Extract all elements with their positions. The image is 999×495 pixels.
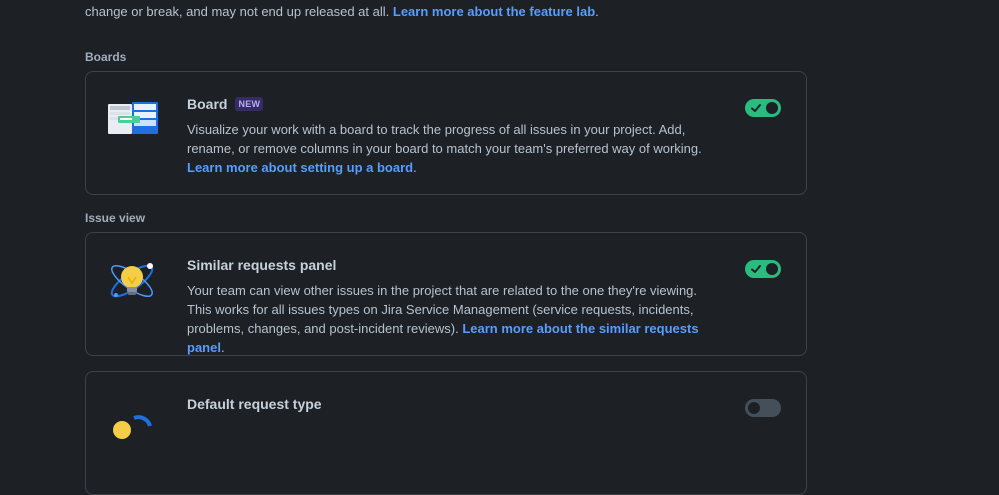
default-request-card-body: Default request type bbox=[187, 394, 717, 414]
check-icon bbox=[751, 265, 761, 273]
board-toggle[interactable] bbox=[745, 99, 781, 117]
intro-text: change or break, and may not end up rele… bbox=[85, 3, 599, 21]
board-illustration-icon bbox=[106, 96, 162, 144]
similar-title-row: Similar requests panel bbox=[187, 255, 717, 275]
toggle-knob bbox=[766, 263, 778, 275]
board-learn-more-link[interactable]: Learn more about setting up a board bbox=[187, 160, 413, 175]
default-request-title-row: Default request type bbox=[187, 394, 717, 414]
feature-lab-link[interactable]: Learn more about the feature lab bbox=[393, 4, 595, 19]
default-request-card: Default request type bbox=[85, 371, 807, 495]
board-card-description: Visualize your work with a board to trac… bbox=[187, 120, 717, 177]
default-request-toggle[interactable] bbox=[745, 399, 781, 417]
toggle-knob bbox=[748, 402, 760, 414]
board-title-row: Board NEW bbox=[187, 94, 717, 114]
board-card-title: Board bbox=[187, 96, 228, 112]
similar-requests-card: Similar requests panel Your team can vie… bbox=[85, 232, 807, 356]
default-request-illustration-icon bbox=[106, 396, 162, 444]
board-link-period: . bbox=[413, 160, 417, 175]
section-heading-issue-view: Issue view bbox=[85, 211, 146, 225]
similar-link-period: . bbox=[220, 340, 225, 355]
lightbulb-orbit-icon bbox=[106, 257, 162, 305]
section-heading-boards: Boards bbox=[85, 50, 127, 64]
board-desc-text: Visualize your work with a board to trac… bbox=[187, 122, 702, 156]
similar-requests-toggle[interactable] bbox=[745, 260, 781, 278]
board-feature-card: Board NEW Visualize your work with a boa… bbox=[85, 71, 807, 195]
intro-period: . bbox=[595, 4, 599, 19]
new-badge: NEW bbox=[235, 97, 264, 111]
similar-card-title: Similar requests panel bbox=[187, 257, 337, 273]
toggle-knob bbox=[766, 102, 778, 114]
intro-body: change or break, and may not end up rele… bbox=[85, 4, 393, 19]
check-icon bbox=[751, 104, 761, 112]
similar-card-body: Similar requests panel Your team can vie… bbox=[187, 255, 717, 357]
default-request-card-title: Default request type bbox=[187, 396, 322, 412]
board-card-body: Board NEW Visualize your work with a boa… bbox=[187, 94, 717, 177]
similar-card-description: Your team can view other issues in the p… bbox=[187, 281, 717, 357]
